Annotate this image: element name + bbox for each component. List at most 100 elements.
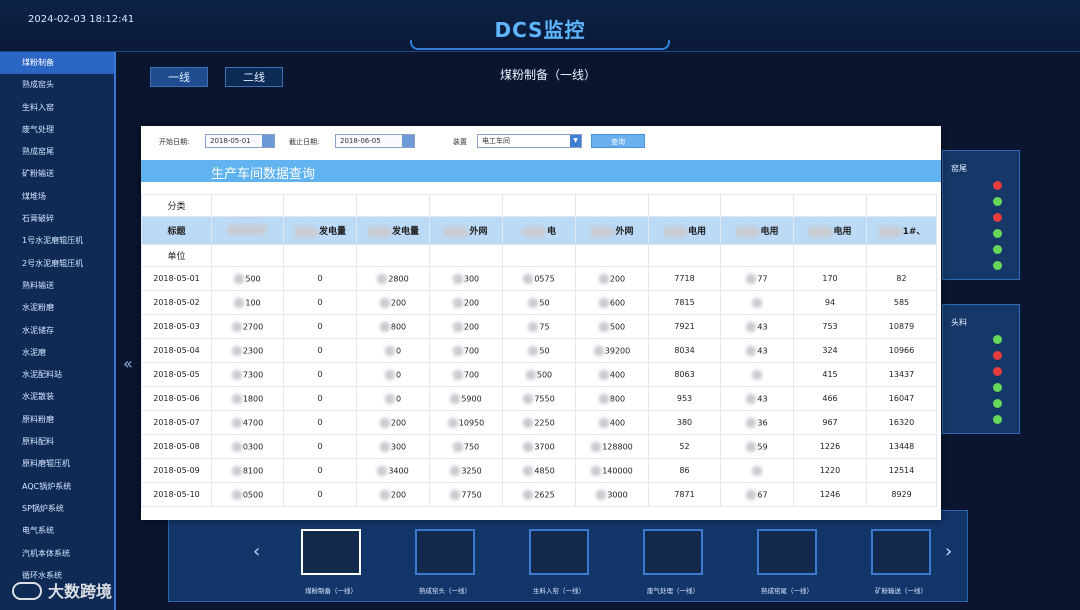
thumbnail[interactable] (757, 529, 817, 575)
category-cell (502, 194, 576, 217)
sidebar-item[interactable]: 2号水泥磨辊压机 (0, 253, 114, 275)
status-green-dot-icon (993, 335, 1002, 344)
column-header: 电用 (648, 216, 721, 245)
row-label-category: 分类 (141, 194, 212, 217)
sidebar-item[interactable]: 原料配料 (0, 431, 114, 453)
table-cell: 36 (720, 410, 794, 435)
table-cell: 0 (283, 338, 357, 363)
sidebar-item[interactable]: 水泥配料站 (0, 364, 114, 386)
row-date: 2018-05-01 (141, 266, 212, 291)
column-header: 1#、 (866, 216, 937, 245)
sidebar-item[interactable]: 水泥磨 (0, 342, 114, 364)
table-cell: 2700 (211, 314, 284, 339)
table-cell: 1246 (793, 482, 867, 507)
table-cell: 8100 (211, 458, 284, 483)
thumbnail-strip: ‹ › 煤粉制备（一线） 熟成窑头（一线） 生料入窑（一线） 废气处理（一线） 熟成窑尾… (168, 510, 968, 602)
table-cell: 400 (575, 410, 649, 435)
table-cell: 7300 (211, 362, 284, 387)
unit-cell (793, 244, 867, 267)
table-cell: 16047 (866, 386, 937, 411)
calendar-icon[interactable] (262, 135, 274, 147)
table-cell: 466 (793, 386, 867, 411)
table-cell: 52 (648, 434, 721, 459)
row-date: 2018-05-02 (141, 290, 212, 315)
start-date-input[interactable]: 2018-05-01 (205, 134, 275, 148)
table-cell: 750 (429, 434, 503, 459)
sidebar-item[interactable]: 生料入窑 (0, 97, 114, 119)
sidebar-item[interactable]: 废气处理 (0, 119, 114, 141)
sidebar-item[interactable]: SP锅炉系统 (0, 498, 114, 520)
device-select[interactable]: 电工车间 ▼ (477, 134, 582, 148)
collapse-sidebar-icon[interactable]: « (123, 354, 133, 373)
row-date: 2018-05-04 (141, 338, 212, 363)
table-row: 2018-05-01 500 0 2800 300 0575 200 7718 77 170 82 (141, 266, 937, 291)
sidebar-item[interactable]: 原料粉磨 (0, 409, 114, 431)
unit-cell (648, 244, 721, 267)
table-cell: 0500 (211, 482, 284, 507)
table-cell: 16320 (866, 410, 937, 435)
sidebar-item[interactable]: 1号水泥磨辊压机 (0, 230, 114, 252)
thumbnail[interactable] (871, 529, 931, 575)
tab-line-1[interactable]: 一线 (150, 67, 208, 87)
table-cell: 8034 (648, 338, 721, 363)
table-cell: 4850 (502, 458, 576, 483)
category-cell (429, 194, 503, 217)
sidebar-item[interactable]: 汽机本体系统 (0, 543, 114, 565)
unit-cell (720, 244, 794, 267)
table-cell: 75 (502, 314, 576, 339)
sidebar-item[interactable]: 水泥粉磨 (0, 297, 114, 319)
thumbnail[interactable] (415, 529, 475, 575)
data-table: 分类 标题 发电量 发电量 外网电外网 电用 电用 电用 1#、 单位 2018-05-01 500 0… (141, 194, 941, 507)
column-header: 外网 (429, 216, 503, 245)
table-cell: 10879 (866, 314, 937, 339)
table-row: 2018-05-08 0300 0 300 750 3700 128800 52 59 1226 1… (141, 434, 937, 459)
sidebar-item[interactable]: 水泥储存 (0, 320, 114, 342)
table-cell: 77 (720, 266, 794, 291)
table-cell: 13437 (866, 362, 937, 387)
thumbnail[interactable] (529, 529, 589, 575)
sidebar-item[interactable]: 石膏破碎 (0, 208, 114, 230)
table-cell: 7550 (502, 386, 576, 411)
unit-cell (211, 244, 284, 267)
sidebar-item[interactable]: 矿粉输送 (0, 163, 114, 185)
device-label: 装置 (453, 138, 467, 146)
table-row: 2018-05-07 4700 0 200 10950 2250 400 380 36 967 16… (141, 410, 937, 435)
next-arrow-icon[interactable]: › (945, 541, 952, 562)
table-cell: 300 (356, 434, 430, 459)
sidebar-item[interactable]: 熟成窑尾 (0, 141, 114, 163)
sidebar-item[interactable]: 煤粉制备 (0, 52, 114, 75)
column-header-redacted (211, 216, 284, 245)
table-cell: 500 (575, 314, 649, 339)
sidebar-item[interactable]: 熟成窑头 (0, 74, 114, 96)
sidebar-item[interactable]: 水泥散装 (0, 386, 114, 408)
row-label-title: 标题 (141, 216, 212, 245)
table-cell: 1220 (793, 458, 867, 483)
end-date-label: 截止日期: (289, 138, 320, 146)
sidebar-item[interactable]: 电气系统 (0, 520, 114, 542)
sidebar-item[interactable]: 煤堆场 (0, 186, 114, 208)
table-cell: 59 (720, 434, 794, 459)
thumbnail[interactable] (301, 529, 361, 575)
sidebar-item[interactable]: AQC锅炉系统 (0, 476, 114, 498)
thumbnail-label: 熟成窑尾（一线） (761, 587, 813, 595)
page-title: 煤粉制备（一线） (500, 68, 597, 82)
table-cell: 200 (429, 290, 503, 315)
table-cell: 67 (720, 482, 794, 507)
table-cell: 200 (575, 266, 649, 291)
start-date-label: 开始日期: (159, 138, 190, 146)
prev-arrow-icon[interactable]: ‹ (253, 541, 260, 562)
filter-bar: 开始日期: 2018-05-01 截止日期: 2018-06-05 装置 电工车… (141, 126, 941, 156)
end-date-input[interactable]: 2018-06-05 (335, 134, 415, 148)
column-header: 发电量 (356, 216, 430, 245)
sidebar-item[interactable]: 原料磨辊压机 (0, 453, 114, 475)
thumbnail-label: 煤粉制备（一线） (305, 587, 357, 595)
table-row: 2018-05-05 7300 0 0 700 500 400 8063 415 13437 (141, 362, 937, 387)
tab-line-2[interactable]: 二线 (225, 67, 283, 87)
unit-cell (356, 244, 430, 267)
sidebar-item[interactable]: 熟料输送 (0, 275, 114, 297)
calendar-icon[interactable] (402, 135, 414, 147)
status-red-dot-icon (993, 181, 1002, 190)
thumbnail[interactable] (643, 529, 703, 575)
search-button[interactable]: 查询 (591, 134, 645, 148)
chevron-down-icon[interactable]: ▼ (570, 135, 581, 147)
